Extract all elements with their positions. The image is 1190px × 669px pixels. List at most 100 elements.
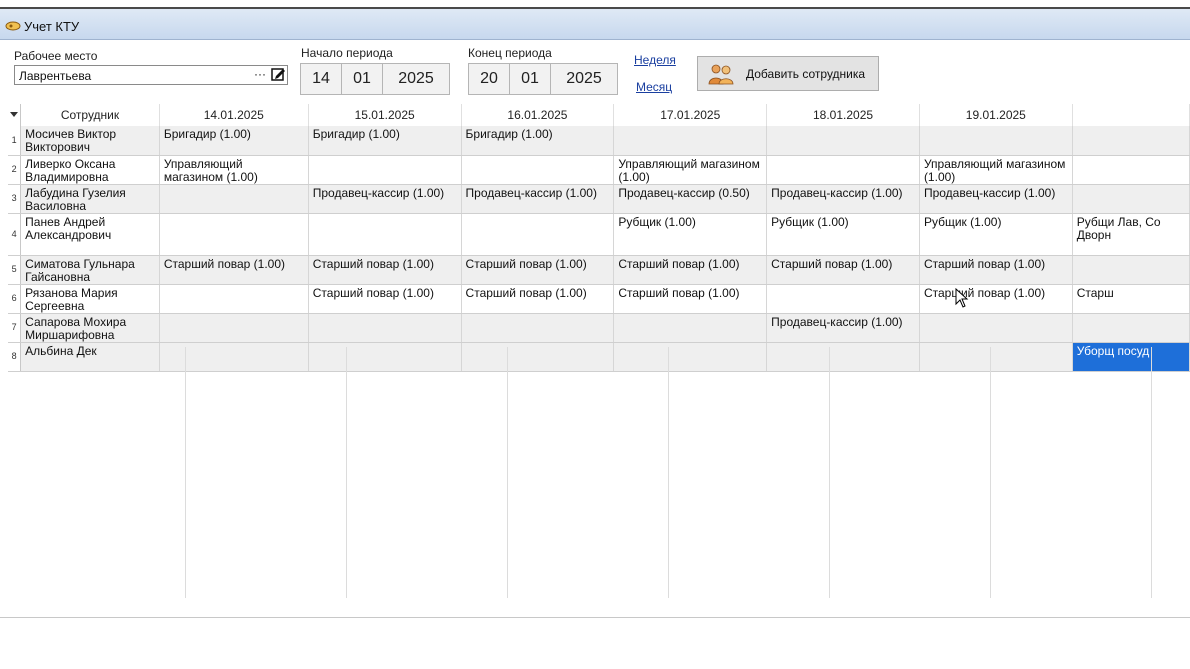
schedule-cell[interactable]: Старший повар (1.00) — [613, 284, 768, 314]
schedule-cell[interactable] — [613, 126, 768, 156]
date-column-header[interactable]: 16.01.2025 — [461, 104, 615, 126]
row-number[interactable]: 8 — [8, 342, 22, 372]
schedule-cell[interactable] — [461, 155, 615, 185]
schedule-cell[interactable]: Бригадир (1.00) — [308, 126, 462, 156]
add-employee-button[interactable]: Добавить сотрудника — [697, 56, 879, 91]
schedule-cell[interactable] — [1072, 155, 1190, 185]
schedule-cell[interactable] — [461, 313, 615, 343]
schedule-cell[interactable]: Уборщ посуд — [1072, 342, 1190, 372]
row-number[interactable]: 2 — [8, 155, 22, 185]
employee-name-cell[interactable]: Рязанова Мария Сергеевна — [20, 284, 160, 314]
schedule-cell[interactable]: Продавец-кассир (1.00) — [308, 184, 462, 214]
schedule-cell[interactable] — [613, 313, 768, 343]
schedule-cell[interactable] — [461, 342, 615, 372]
schedule-cell[interactable]: Управляющий магазином (1.00) — [159, 155, 309, 185]
date-column-header[interactable]: 18.01.2025 — [766, 104, 920, 126]
row-number[interactable]: 7 — [8, 313, 22, 343]
schedule-cell[interactable] — [159, 313, 309, 343]
schedule-cell[interactable] — [308, 342, 462, 372]
date-column-header[interactable]: 19.01.2025 — [919, 104, 1073, 126]
schedule-cell[interactable]: Рубщик (1.00) — [919, 213, 1073, 256]
schedule-cell[interactable]: Бригадир (1.00) — [159, 126, 309, 156]
date-column-header[interactable]: 17.01.2025 — [613, 104, 768, 126]
schedule-cell[interactable] — [1072, 126, 1190, 156]
table-row[interactable]: 3 Лабудина Гузелия Василовна Продавец-касс… — [8, 184, 1190, 214]
table-row[interactable]: 1 Мосичев Виктор Викторович Бригадир (1.00… — [8, 126, 1190, 156]
schedule-cell[interactable]: Старший повар (1.00) — [613, 255, 768, 285]
employee-name-cell[interactable]: Альбина Дек — [20, 342, 160, 372]
schedule-cell[interactable]: Бригадир (1.00) — [461, 126, 615, 156]
end-month-field[interactable]: 01 — [509, 63, 551, 95]
schedule-cell[interactable] — [766, 284, 920, 314]
browse-button[interactable]: ··· — [251, 66, 269, 84]
schedule-cell[interactable] — [919, 313, 1073, 343]
schedule-cell[interactable] — [308, 213, 462, 256]
schedule-cell[interactable]: Старший повар (1.00) — [461, 284, 615, 314]
schedule-cell[interactable] — [159, 342, 309, 372]
schedule-cell[interactable] — [308, 313, 462, 343]
schedule-cell[interactable]: Старший повар (1.00) — [919, 284, 1073, 314]
employee-name-cell[interactable]: Лабудина Гузелия Василовна — [20, 184, 160, 214]
schedule-cell[interactable]: Старший повар (1.00) — [461, 255, 615, 285]
start-year-field[interactable]: 2025 — [382, 63, 450, 95]
month-link[interactable]: Месяц — [636, 80, 672, 94]
schedule-cell[interactable] — [159, 213, 309, 256]
schedule-cell[interactable] — [461, 213, 615, 256]
employee-name-cell[interactable]: Панев Андрей Александрович — [20, 213, 160, 256]
schedule-cell[interactable] — [919, 126, 1073, 156]
schedule-cell[interactable] — [613, 342, 768, 372]
end-year-field[interactable]: 2025 — [550, 63, 618, 95]
workplace-field[interactable]: Лаврентьева ··· — [14, 65, 288, 85]
employee-name-cell[interactable]: Мосичев Виктор Викторович — [20, 126, 160, 156]
row-number[interactable]: 3 — [8, 184, 22, 214]
date-column-header[interactable]: 15.01.2025 — [308, 104, 462, 126]
schedule-cell[interactable]: Старший повар (1.00) — [308, 284, 462, 314]
schedule-cell[interactable] — [308, 155, 462, 185]
schedule-cell[interactable]: Старший повар (1.00) — [919, 255, 1073, 285]
table-row[interactable]: 4 Панев Андрей Александрович Рубщик (1.00)… — [8, 213, 1190, 256]
schedule-cell[interactable] — [1072, 255, 1190, 285]
schedule-cell[interactable] — [766, 342, 920, 372]
schedule-cell[interactable] — [766, 126, 920, 156]
schedule-cell[interactable] — [1072, 313, 1190, 343]
schedule-cell[interactable] — [919, 342, 1073, 372]
table-row[interactable]: 6 Рязанова Мария Сергеевна Старший повар (… — [8, 284, 1190, 314]
schedule-cell[interactable]: Рубщи Лав, Со Дворн — [1072, 213, 1190, 256]
start-day-field[interactable]: 14 — [300, 63, 342, 95]
end-day-field[interactable]: 20 — [468, 63, 510, 95]
row-number[interactable]: 5 — [8, 255, 22, 285]
schedule-cell[interactable] — [159, 284, 309, 314]
employee-name-cell[interactable]: Симатова Гульнара Гайсановна — [20, 255, 160, 285]
edit-icon[interactable] — [269, 66, 287, 84]
schedule-cell[interactable]: Старший повар (1.00) — [308, 255, 462, 285]
schedule-cell[interactable]: Продавец-кассир (1.00) — [766, 184, 920, 214]
row-number[interactable]: 4 — [8, 213, 22, 256]
row-number[interactable]: 1 — [8, 126, 22, 156]
schedule-cell[interactable]: Старший повар (1.00) — [159, 255, 309, 285]
schedule-cell[interactable]: Управляющий магазином (1.00) — [919, 155, 1073, 185]
start-month-field[interactable]: 01 — [341, 63, 383, 95]
select-all-corner[interactable] — [8, 104, 22, 126]
schedule-cell[interactable] — [766, 155, 920, 185]
table-row[interactable]: 2 Ливерко Оксана Владимировна Управляющий … — [8, 155, 1190, 185]
employee-column-header[interactable]: Сотрудник — [20, 104, 160, 126]
employee-name-cell[interactable]: Сапарова Мохира Миршарифовна — [20, 313, 160, 343]
schedule-cell[interactable]: Рубщик (1.00) — [613, 213, 768, 256]
table-row[interactable]: 7 Сапарова Мохира Миршарифовна Продавец-ка… — [8, 313, 1190, 343]
schedule-cell[interactable]: Старший повар (1.00) — [766, 255, 920, 285]
date-column-header[interactable]: 14.01.2025 — [159, 104, 309, 126]
schedule-cell[interactable]: Продавец-кассир (1.00) — [766, 313, 920, 343]
schedule-cell[interactable]: Продавец-кассир (0.50) — [613, 184, 768, 214]
schedule-cell[interactable]: Продавец-кассир (1.00) — [919, 184, 1073, 214]
employee-name-cell[interactable]: Ливерко Оксана Владимировна — [20, 155, 160, 185]
schedule-grid[interactable]: Сотрудник 14.01.2025 15.01.2025 16.01.20… — [8, 104, 1190, 598]
table-row[interactable]: 5 Симатова Гульнара Гайсановна Старший пов… — [8, 255, 1190, 285]
schedule-cell[interactable]: Управляющий магазином (1.00) — [613, 155, 768, 185]
schedule-cell[interactable] — [1072, 184, 1190, 214]
date-column-header[interactable] — [1072, 104, 1190, 126]
row-number[interactable]: 6 — [8, 284, 22, 314]
schedule-cell[interactable]: Рубщик (1.00) — [766, 213, 920, 256]
schedule-cell[interactable] — [159, 184, 309, 214]
schedule-cell[interactable]: Продавец-кассир (1.00) — [461, 184, 615, 214]
week-link[interactable]: Неделя — [634, 53, 676, 67]
